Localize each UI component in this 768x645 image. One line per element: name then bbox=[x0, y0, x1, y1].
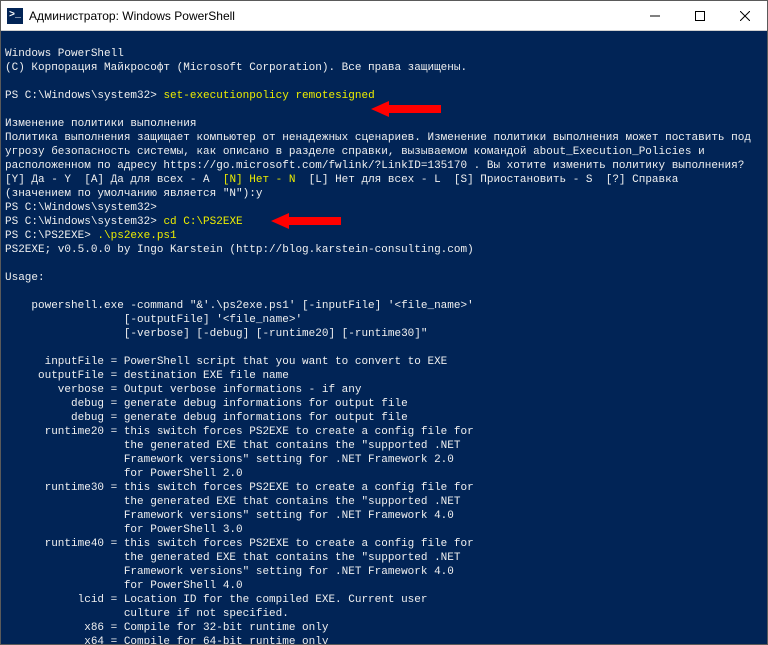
prompt: PS C:\Windows\system32> bbox=[5, 90, 163, 102]
output-line: (значением по умолчанию является "N"):y bbox=[5, 188, 262, 200]
output-line: Framework versions" setting for .NET Fra… bbox=[5, 566, 454, 578]
output-line: [L] Нет для всех - L [S] Приостановить -… bbox=[295, 174, 678, 186]
output-line: runtime20 = this switch forces PS2EXE to… bbox=[5, 426, 474, 438]
output-line: debug = generate debug informations for … bbox=[5, 412, 408, 424]
output-line: расположенном по адресу https://go.micro… bbox=[5, 160, 744, 172]
window-title: Администратор: Windows PowerShell bbox=[29, 9, 632, 23]
output-line: debug = generate debug informations for … bbox=[5, 398, 408, 410]
output-line: runtime30 = this switch forces PS2EXE to… bbox=[5, 482, 474, 494]
close-button[interactable] bbox=[722, 1, 767, 30]
output-line: угрозу безопасность системы, как описано… bbox=[5, 146, 705, 158]
output-line: Framework versions" setting for .NET Fra… bbox=[5, 454, 454, 466]
output-line: the generated EXE that contains the "sup… bbox=[5, 440, 460, 452]
command: set-executionpolicy remotesigned bbox=[163, 90, 374, 102]
output-line: powershell.exe -command "&'.\ps2exe.ps1'… bbox=[5, 300, 474, 312]
powershell-window: >_ Администратор: Windows PowerShell Win… bbox=[0, 0, 768, 645]
command: cd C:\PS2EXE bbox=[163, 216, 242, 228]
output-line: Usage: bbox=[5, 272, 45, 284]
output-line: the generated EXE that contains the "sup… bbox=[5, 496, 460, 508]
prompt: PS C:\Windows\system32> bbox=[5, 202, 157, 214]
output-line: verbose = Output verbose informations - … bbox=[5, 384, 361, 396]
command: .\ps2exe.ps1 bbox=[97, 230, 176, 242]
output-line: [Y] Да - Y [A] Да для всех - A bbox=[5, 174, 223, 186]
maximize-button[interactable] bbox=[677, 1, 722, 30]
output-line: [-outputFile] '<file_name>' bbox=[5, 314, 302, 326]
powershell-icon: >_ bbox=[7, 8, 23, 24]
output-line: inputFile = PowerShell script that you w… bbox=[5, 356, 447, 368]
output-line: [-verbose] [-debug] [-runtime20] [-runti… bbox=[5, 328, 427, 340]
terminal-area[interactable]: Windows PowerShell (C) Корпорация Майкро… bbox=[1, 31, 767, 644]
output-line: runtime40 = this switch forces PS2EXE to… bbox=[5, 538, 474, 550]
output-line: for PowerShell 2.0 bbox=[5, 468, 243, 480]
title-bar[interactable]: >_ Администратор: Windows PowerShell bbox=[1, 1, 767, 31]
output-line: PS2EXE; v0.5.0.0 by Ingo Karstein (http:… bbox=[5, 244, 474, 256]
prompt: PS C:\PS2EXE> bbox=[5, 230, 97, 242]
minimize-button[interactable] bbox=[632, 1, 677, 30]
output-line: for PowerShell 3.0 bbox=[5, 524, 243, 536]
output-line: Изменение политики выполнения bbox=[5, 118, 196, 130]
output-line: Framework versions" setting for .NET Fra… bbox=[5, 510, 454, 522]
annotation-arrow-2 bbox=[271, 183, 341, 259]
output-line: lcid = Location ID for the compiled EXE.… bbox=[5, 594, 427, 606]
output-line: x64 = Compile for 64-bit runtime only bbox=[5, 636, 328, 644]
output-line: Windows PowerShell bbox=[5, 48, 124, 60]
output-line: x86 = Compile for 32-bit runtime only bbox=[5, 622, 328, 634]
output-line: the generated EXE that contains the "sup… bbox=[5, 552, 460, 564]
output-line: for PowerShell 4.0 bbox=[5, 580, 243, 592]
output-line: culture if not specified. bbox=[5, 608, 289, 620]
output-line: outputFile = destination EXE file name bbox=[5, 370, 289, 382]
prompt: PS C:\Windows\system32> bbox=[5, 216, 163, 228]
annotation-arrow-1 bbox=[371, 71, 441, 147]
